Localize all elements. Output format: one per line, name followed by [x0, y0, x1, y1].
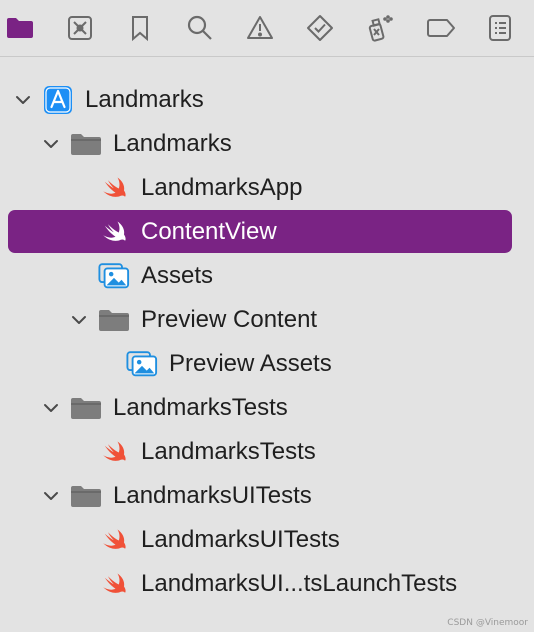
folder-icon: [98, 306, 130, 334]
tree-row[interactable]: Preview Assets: [0, 342, 534, 386]
breakpoint-tag-icon: [427, 19, 455, 37]
tree-item-label: Landmarks: [113, 130, 232, 157]
folder-icon: [70, 130, 102, 158]
tree-row[interactable]: LandmarksTests: [0, 386, 534, 430]
search-icon: [187, 15, 212, 40]
navigator-toolbar: [0, 0, 534, 57]
swift-icon: [98, 526, 130, 554]
tree-row[interactable]: Assets: [0, 254, 534, 298]
swift-icon: [98, 218, 130, 246]
tree-row[interactable]: LandmarksUITests: [0, 518, 534, 562]
tree-item-label: LandmarksUITests: [141, 526, 340, 553]
tree-row[interactable]: Landmarks: [0, 122, 534, 166]
swift-icon: [98, 438, 130, 466]
asset-catalog-icon: [98, 262, 130, 290]
swift-icon: [98, 570, 130, 598]
tree-row[interactable]: Landmarks: [0, 78, 534, 122]
tree-row[interactable]: Preview Content: [0, 298, 534, 342]
tree-item-label: Assets: [141, 262, 214, 289]
bookmarks-button[interactable]: [125, 13, 155, 43]
tests-button[interactable]: [305, 13, 335, 43]
disclosure-chevron-down-icon[interactable]: [42, 135, 60, 153]
watermark: CSDN @Vinemoor: [447, 618, 528, 628]
tree-row[interactable]: LandmarksApp: [0, 166, 534, 210]
tree-item-label: Preview Content: [141, 306, 318, 333]
folder-icon: [70, 394, 102, 422]
tree-item-label: LandmarksUI...tsLaunchTests: [141, 570, 458, 597]
tree-item-label: LandmarksApp: [141, 174, 303, 201]
asset-catalog-icon: [126, 350, 158, 378]
reports-button[interactable]: [485, 13, 515, 43]
source-control-icon: [68, 16, 92, 40]
spray-can-icon: [368, 15, 393, 42]
folder-icon: [70, 482, 102, 510]
debug-button[interactable]: [365, 13, 395, 43]
tree-row[interactable]: LandmarksUITests: [0, 474, 534, 518]
disclosure-chevron-down-icon[interactable]: [42, 399, 60, 417]
xcode-project-icon: [42, 86, 74, 114]
warning-icon: [247, 16, 273, 39]
find-button[interactable]: [185, 13, 215, 43]
folder-icon: [7, 18, 33, 38]
tree-item-label: Preview Assets: [169, 350, 332, 377]
source-control-button[interactable]: [65, 13, 95, 43]
tree-row[interactable]: LandmarksTests: [0, 430, 534, 474]
project-navigator-button[interactable]: [5, 13, 35, 43]
test-diamond-icon: [307, 15, 333, 41]
project-tree: Landmarks Landmarks LandmarksApp ContentVie…: [0, 78, 534, 606]
tree-row[interactable]: LandmarksUI...tsLaunchTests: [0, 562, 534, 606]
report-list-icon: [489, 15, 511, 41]
tree-item-label: LandmarksTests: [113, 394, 288, 421]
tree-item-label: Landmarks: [85, 86, 204, 113]
breakpoints-button[interactable]: [425, 13, 457, 43]
tree-item-label: ContentView: [141, 218, 277, 245]
tree-item-label: LandmarksUITests: [113, 482, 312, 509]
tree-row[interactable]: ContentView: [0, 210, 534, 254]
tree-item-label: LandmarksTests: [141, 438, 316, 465]
swift-icon: [98, 174, 130, 202]
disclosure-chevron-down-icon[interactable]: [14, 91, 32, 109]
bookmark-icon: [132, 16, 148, 42]
disclosure-chevron-down-icon[interactable]: [42, 487, 60, 505]
issues-button[interactable]: [245, 13, 275, 43]
disclosure-chevron-down-icon[interactable]: [70, 311, 88, 329]
